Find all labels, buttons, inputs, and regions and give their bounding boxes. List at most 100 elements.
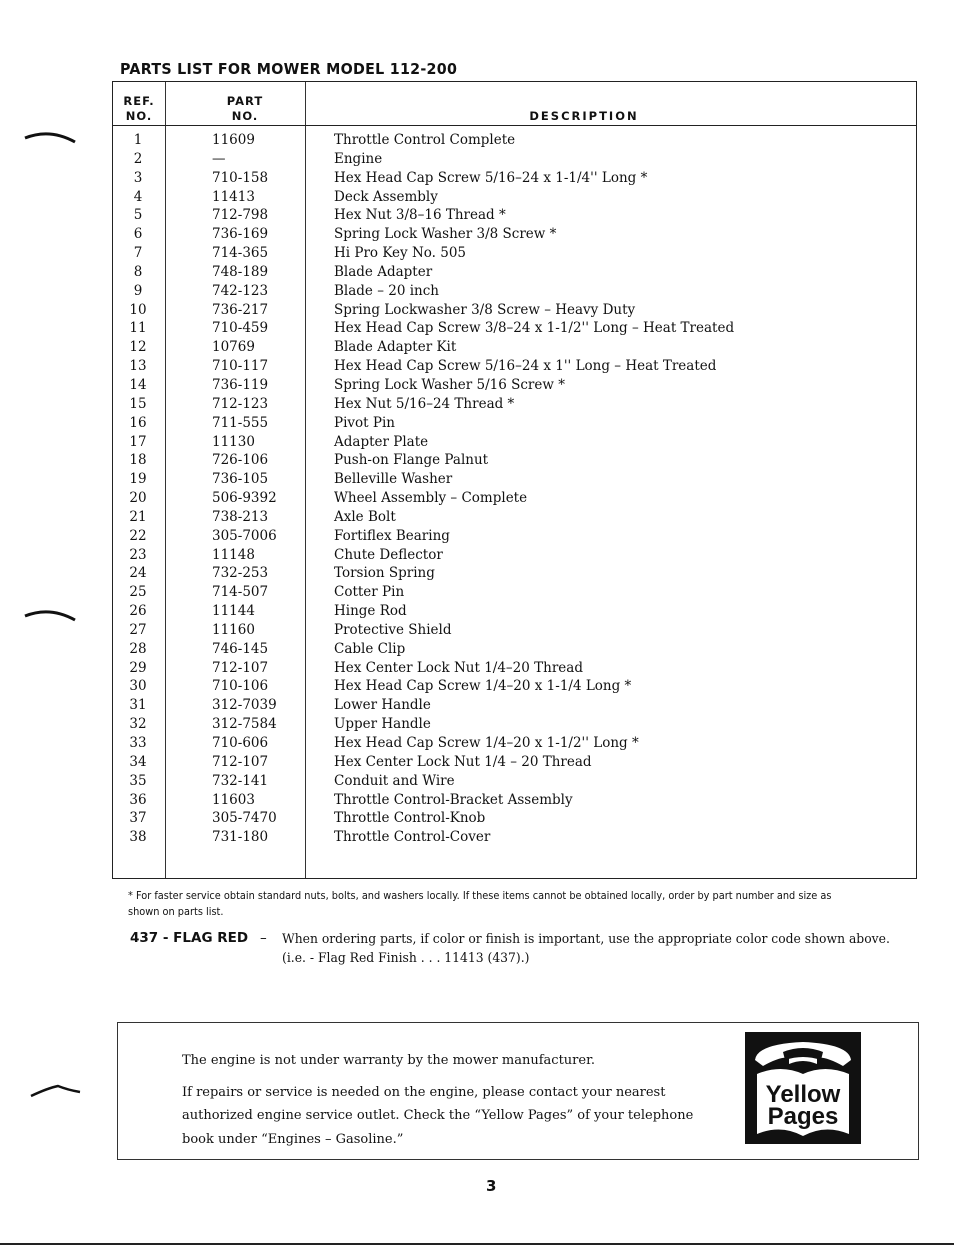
description-cell: Hex Head Cap Screw 5/16–24 x 1'' Long – … xyxy=(334,358,717,375)
table-row: 17 11130 Adapter Plate xyxy=(113,433,916,452)
part-no-cell: 726-106 xyxy=(212,452,269,469)
part-no-cell: 738-213 xyxy=(212,508,269,525)
description-cell: Hex Center Lock Nut 1/4 – 20 Thread xyxy=(334,753,592,770)
ref-cell: 13 xyxy=(129,358,147,375)
table-row: 18 726-106 Push-on Flange Palnut xyxy=(113,451,916,470)
part-no-cell: 736-169 xyxy=(212,226,269,243)
part-no-cell: 748-189 xyxy=(212,263,269,280)
ref-cell: 21 xyxy=(129,508,147,525)
part-no-cell: — xyxy=(212,150,226,167)
description-cell: Upper Handle xyxy=(334,716,431,733)
ref-cell: 24 xyxy=(129,565,147,582)
table-row: 38 731-180 Throttle Control-Cover xyxy=(113,828,916,847)
description-cell: Pivot Pin xyxy=(334,414,395,431)
part-no-cell: 312-7039 xyxy=(212,697,277,714)
header-part-line1: PART xyxy=(226,94,264,108)
ref-cell: 10 xyxy=(129,301,147,318)
ref-cell: 20 xyxy=(129,490,147,507)
table-row: 35 732-141 Conduit and Wire xyxy=(113,772,916,791)
description-cell: Cable Clip xyxy=(334,640,406,657)
ref-cell: 32 xyxy=(129,716,147,733)
parts-table: REF. NO. PART NO. DESCRIPTION 1 11609 Thro… xyxy=(112,81,917,879)
ref-cell: 28 xyxy=(129,640,147,657)
table-row: 25 714-507 Cotter Pin xyxy=(113,583,916,602)
table-row: 24 732-253 Torsion Spring xyxy=(113,564,916,583)
description-cell: Spring Lockwasher 3/8 Screw – Heavy Duty xyxy=(334,301,636,318)
part-no-cell: 305-7470 xyxy=(212,810,277,827)
part-no-cell: 742-123 xyxy=(212,282,269,299)
table-row: 36 11603 Throttle Control-Bracket Assembly xyxy=(113,791,916,810)
header-part-no: PART NO. xyxy=(165,94,325,124)
part-no-cell: 732-141 xyxy=(212,772,269,789)
part-no-cell: 731-180 xyxy=(212,829,269,846)
description-cell: Hex Nut 5/16–24 Thread * xyxy=(334,395,515,412)
description-cell: Hex Center Lock Nut 1/4–20 Thread xyxy=(334,659,583,676)
table-row: 15 712-123 Hex Nut 5/16–24 Thread * xyxy=(113,395,916,414)
table-row: 26 11144 Hinge Rod xyxy=(113,602,916,621)
header-description: DESCRIPTION xyxy=(529,109,639,123)
punch-mark-top xyxy=(24,132,76,144)
table-row: 30 710-106 Hex Head Cap Screw 1/4–20 x 1-1… xyxy=(113,677,916,696)
part-no-cell: 312-7584 xyxy=(212,716,277,733)
color-code-dash: – xyxy=(260,930,267,946)
part-no-cell: 10769 xyxy=(212,339,255,356)
table-row: 28 746-145 Cable Clip xyxy=(113,640,916,659)
table-row: 12 10769 Blade Adapter Kit xyxy=(113,338,916,357)
ref-cell: 26 xyxy=(129,603,147,620)
footnote: * For faster service obtain standard nut… xyxy=(128,890,832,918)
warranty-text: The engine is not under warranty by the … xyxy=(182,1049,702,1159)
table-row: 11 710-459 Hex Head Cap Screw 3/8–24 x 1-1… xyxy=(113,319,916,338)
ref-cell: 17 xyxy=(129,433,147,450)
table-row: 8 748-189 Blade Adapter xyxy=(113,263,916,282)
part-no-cell: 712-123 xyxy=(212,395,269,412)
parts-rows: 1 11609 Throttle Control Complete 2— Engine 3… xyxy=(113,131,916,847)
table-row: 5 712-798 Hex Nut 3/8–16 Thread * xyxy=(113,206,916,225)
description-cell: Lower Handle xyxy=(334,697,431,714)
part-no-cell: 506-9392 xyxy=(212,490,277,507)
ref-cell: 14 xyxy=(129,376,147,393)
page-number: 3 xyxy=(486,1177,497,1195)
table-row: 2 — Engine xyxy=(113,150,916,169)
ref-cell: 11 xyxy=(129,320,147,337)
ref-cell: 15 xyxy=(129,395,147,412)
ref-cell: 38 xyxy=(129,829,147,846)
description-cell: Hinge Rod xyxy=(334,603,407,620)
description-cell: Throttle Control Complete xyxy=(334,132,516,148)
header-ref-no: REF. NO. xyxy=(113,94,165,124)
description-cell: Spring Lock Washer 3/8 Screw * xyxy=(334,226,557,243)
ref-cell: 5 xyxy=(133,207,143,224)
part-no-cell: 711-555 xyxy=(212,414,269,431)
table-row: 33 710-606 Hex Head Cap Screw 1/4–20 x 1-1… xyxy=(113,734,916,753)
color-code-label: 437 - FLAG RED xyxy=(130,930,249,946)
table-row: 34 712-107 Hex Center Lock Nut 1/4 – 20 Th… xyxy=(113,753,916,772)
ref-cell: 29 xyxy=(129,659,147,676)
yellow-pages-logo: Yellow Pages xyxy=(745,1032,861,1144)
part-no-cell: 714-507 xyxy=(212,584,269,601)
table-row: 31 312-7039 Lower Handle xyxy=(113,696,916,715)
color-code-text: When ordering parts, if color or finish … xyxy=(282,932,890,966)
description-cell: Hex Head Cap Screw 1/4–20 x 1-1/2'' Long… xyxy=(334,735,639,751)
ref-cell: 30 xyxy=(129,678,147,695)
table-row: 13 710-117 Hex Head Cap Screw 5/16–24 x 1'… xyxy=(113,357,916,376)
part-no-cell: 11603 xyxy=(212,791,255,808)
ref-cell: 36 xyxy=(129,791,147,808)
table-row: 4 11413 Deck Assembly xyxy=(113,188,916,207)
description-cell: Blade Adapter Kit xyxy=(334,339,457,356)
table-row: 9 742-123 Blade – 20 inch xyxy=(113,282,916,301)
description-cell: Push-on Flange Palnut xyxy=(334,452,489,469)
part-no-cell: 746-145 xyxy=(212,640,269,657)
part-no-cell: 736-105 xyxy=(212,471,269,488)
description-cell: Hex Nut 3/8–16 Thread * xyxy=(334,207,506,224)
description-cell: Throttle Control-Knob xyxy=(334,810,486,827)
ref-cell: 27 xyxy=(129,621,147,638)
part-no-cell: 11413 xyxy=(212,188,255,205)
warranty-notice-box: The engine is not under warranty by the … xyxy=(117,1022,919,1160)
part-no-cell: 11609 xyxy=(212,132,255,148)
ref-cell: 1 xyxy=(133,132,143,148)
table-row: 7 714-365 Hi Pro Key No. 505 xyxy=(113,244,916,263)
warranty-line-1: The engine is not under warranty by the … xyxy=(182,1053,595,1068)
ref-cell: 8 xyxy=(133,263,143,280)
description-cell: Hex Head Cap Screw 3/8–24 x 1-1/2'' Long… xyxy=(334,320,735,337)
description-cell: Axle Bolt xyxy=(334,508,396,525)
description-cell: Spring Lock Washer 5/16 Screw * xyxy=(334,376,565,393)
